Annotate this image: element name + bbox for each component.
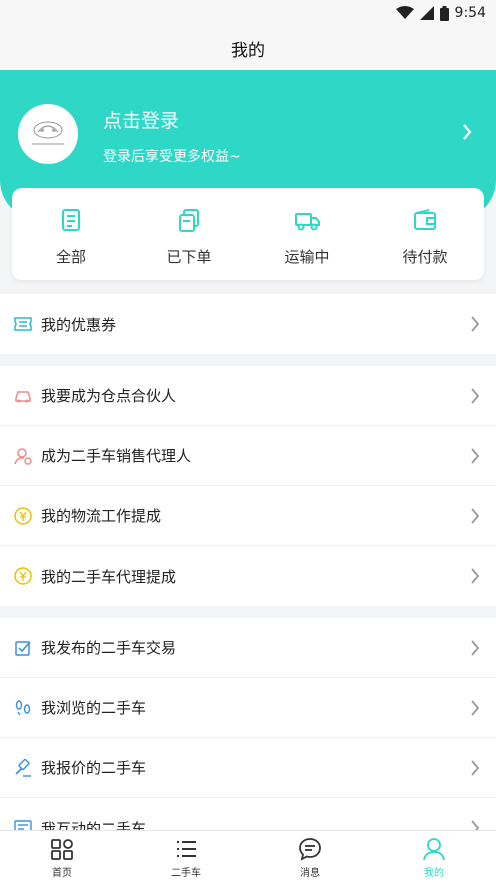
tab-label: 我的 xyxy=(424,868,444,879)
menu-item-label: 我要成为仓点合伙人 xyxy=(41,387,177,405)
order-shipping-button[interactable]: 运输中 xyxy=(248,188,366,280)
chevron-right-icon xyxy=(471,640,480,656)
chevron-right-icon xyxy=(471,316,480,332)
chevron-right-icon xyxy=(471,448,480,464)
tab-messages[interactable]: 消息 xyxy=(248,831,372,882)
clipboard-icon xyxy=(62,209,80,231)
coupon-icon xyxy=(14,315,32,333)
menu-item-sales-agent[interactable]: 成为二手车销售代理人 xyxy=(0,426,496,486)
chevron-right-icon xyxy=(471,388,480,404)
wifi-icon xyxy=(395,6,414,19)
wallet-icon xyxy=(414,209,436,230)
order-all-button[interactable]: 全部 xyxy=(12,188,130,280)
signal-icon xyxy=(419,6,434,20)
truck-icon xyxy=(295,213,320,231)
home-grid-icon xyxy=(51,839,73,860)
tab-label: 消息 xyxy=(300,868,320,879)
tab-home[interactable]: 首页 xyxy=(0,831,124,882)
menu-item-coupons[interactable]: 我的优惠券 xyxy=(0,294,496,354)
order-shipping-label: 运输中 xyxy=(284,248,330,266)
message-icon xyxy=(299,838,321,861)
menu-item-published-cars[interactable]: 我发布的二手车交易 xyxy=(0,618,496,678)
menu-item-browsed-cars[interactable]: 我浏览的二手车 xyxy=(0,678,496,738)
title-bar: 我的 xyxy=(0,26,496,70)
battery-icon xyxy=(439,5,449,21)
menu-item-logistics-commission[interactable]: 我的物流工作提成 xyxy=(0,486,496,546)
yuan-coin-icon xyxy=(14,567,32,585)
tab-label: 二手车 xyxy=(171,868,201,879)
menu-group-partners: 我要成为仓点合伙人 成为二手车销售代理人 我的物流工作提成 我的二手车代理提成 xyxy=(0,366,496,606)
page-title: 我的 xyxy=(231,40,265,61)
orders-card: 全部 已下单 运输中 待付款 xyxy=(12,188,484,280)
yuan-coin-icon xyxy=(14,506,32,525)
order-unpaid-button[interactable]: 待付款 xyxy=(366,188,484,280)
menu-item-label: 我发布的二手车交易 xyxy=(41,639,177,657)
chevron-right-icon xyxy=(471,508,480,524)
person-icon xyxy=(423,838,445,861)
bottom-tab-bar: 首页 二手车 消息 我的 xyxy=(0,830,496,882)
order-all-label: 全部 xyxy=(55,248,86,266)
login-title[interactable]: 点击登录 xyxy=(103,106,179,133)
order-placed-button[interactable]: 已下单 xyxy=(130,188,248,280)
order-placed-label: 已下单 xyxy=(166,248,212,266)
menu-item-label: 我的物流工作提成 xyxy=(41,507,162,525)
menu-item-quoted-cars[interactable]: 我报价的二手车 xyxy=(0,738,496,798)
checkbox-edit-icon xyxy=(14,639,32,657)
menu-item-label: 成为二手车销售代理人 xyxy=(41,447,192,465)
list-icon xyxy=(177,841,196,857)
tab-mine[interactable]: 我的 xyxy=(372,831,496,882)
car-icon xyxy=(14,387,32,405)
status-time: 9:54 xyxy=(454,5,486,21)
menu-item-label: 我的优惠券 xyxy=(41,315,117,334)
copy-icon xyxy=(179,209,199,232)
chevron-right-icon xyxy=(471,568,480,584)
avatar-logo-icon xyxy=(32,121,64,145)
profile-chevron-icon[interactable] xyxy=(462,122,472,146)
menu-group-used-cars: 我发布的二手车交易 我浏览的二手车 我报价的二手车 我互动的二手车 xyxy=(0,618,496,858)
avatar[interactable] xyxy=(18,104,78,164)
footprints-icon xyxy=(14,699,32,717)
user-agent-icon xyxy=(14,447,32,465)
menu-item-car-agent-commission[interactable]: 我的二手车代理提成 xyxy=(0,546,496,606)
menu-item-label: 我报价的二手车 xyxy=(41,759,147,777)
chevron-right-icon xyxy=(471,700,480,716)
chevron-right-icon xyxy=(471,760,480,776)
tab-label: 首页 xyxy=(52,868,72,879)
gavel-icon xyxy=(14,758,32,777)
login-subtitle: 登录后享受更多权益~ xyxy=(103,149,241,165)
menu-item-warehouse-partner[interactable]: 我要成为仓点合伙人 xyxy=(0,366,496,426)
menu-item-label: 我的二手车代理提成 xyxy=(41,567,177,586)
tab-used-cars[interactable]: 二手车 xyxy=(124,831,248,882)
status-bar: 9:54 xyxy=(0,0,496,26)
menu-item-label: 我浏览的二手车 xyxy=(41,699,147,717)
menu-group-coupons: 我的优惠券 xyxy=(0,294,496,354)
order-unpaid-label: 待付款 xyxy=(402,248,448,266)
